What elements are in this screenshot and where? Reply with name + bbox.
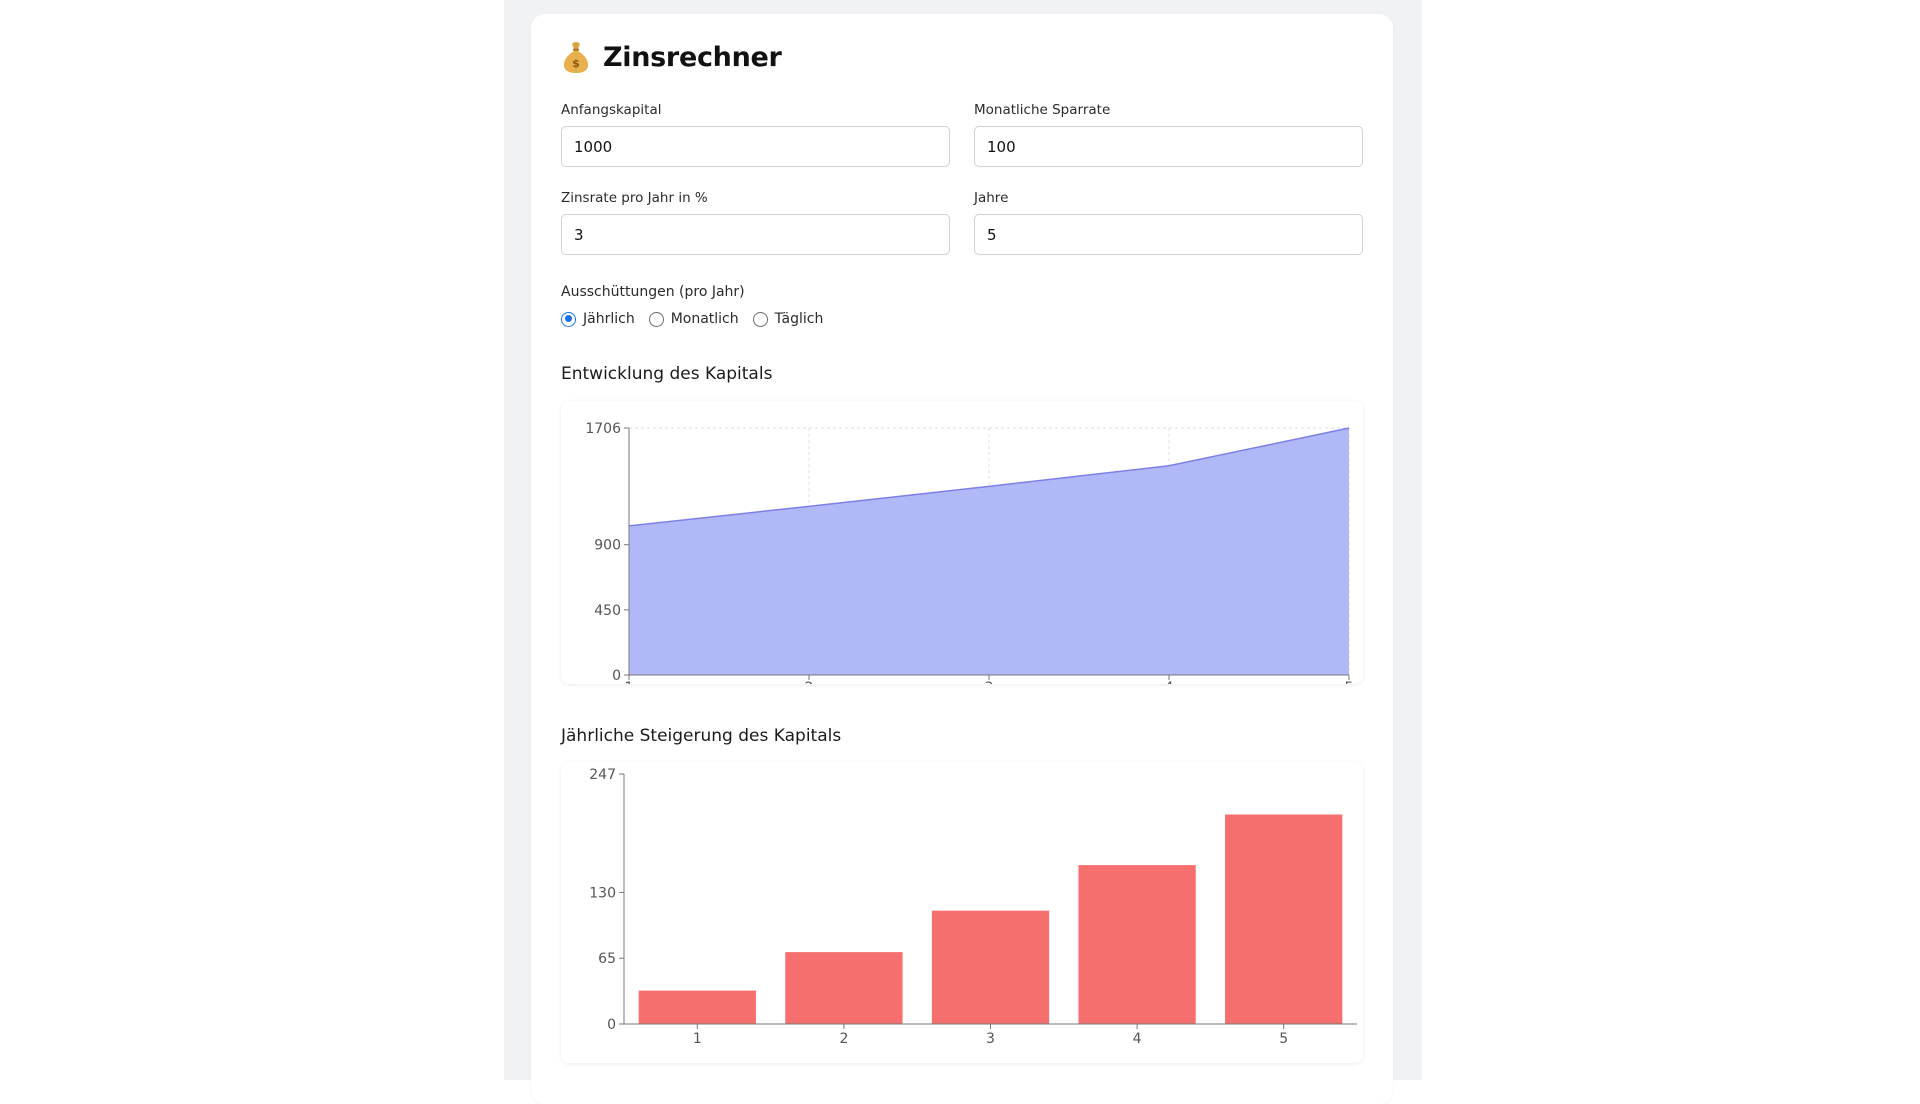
bar-chart-y-tick-label: 65 bbox=[598, 951, 616, 967]
bar-chart: 1 2 3 4 5 0 65 130 247 bbox=[561, 762, 1363, 1063]
area-chart-x-tick-label: 4 bbox=[1165, 680, 1174, 684]
zinsrate-input[interactable] bbox=[561, 214, 950, 255]
bar-chart-bar bbox=[1225, 814, 1342, 1024]
area-chart-y-tick-label: 0 bbox=[612, 668, 621, 684]
radio-label-monatlich: Monatlich bbox=[671, 311, 739, 327]
area-chart-title: Entwicklung des Kapitals bbox=[561, 364, 772, 384]
area-chart-x-tick-label: 5 bbox=[1345, 680, 1354, 684]
area-chart-x-tick-label: 3 bbox=[985, 680, 994, 684]
radio-button-monatlich[interactable] bbox=[649, 312, 664, 327]
header: $ Zinsrechner bbox=[561, 40, 782, 74]
bar-chart-x-tick-label: 2 bbox=[839, 1031, 848, 1047]
sparrate-input[interactable] bbox=[974, 126, 1363, 167]
zinsrate-field: Zinsrate pro Jahr in % bbox=[561, 189, 950, 255]
area-chart-box: 0 450 900 1706 1 2 3 4 5 bbox=[561, 401, 1363, 684]
area-chart-y-tick-label: 900 bbox=[594, 538, 621, 554]
bar-chart-y-tick-label: 247 bbox=[589, 767, 616, 783]
bar-chart-x-tick-label: 4 bbox=[1133, 1031, 1142, 1047]
sparrate-label: Monatliche Sparrate bbox=[974, 101, 1363, 119]
money-bag-icon: $ bbox=[561, 40, 591, 74]
jahre-input[interactable] bbox=[974, 214, 1363, 255]
bar-chart-y-tick-label: 130 bbox=[589, 885, 616, 901]
bar-chart-bar bbox=[785, 952, 902, 1024]
zinsrate-label: Zinsrate pro Jahr in % bbox=[561, 189, 950, 207]
bar-chart-x-tick-label: 3 bbox=[986, 1031, 995, 1047]
radio-option-taeglich[interactable]: Täglich bbox=[753, 311, 824, 327]
radio-label-taeglich: Täglich bbox=[775, 311, 824, 327]
bar-chart-x-tick-label: 1 bbox=[693, 1031, 702, 1047]
anfangskapital-input[interactable] bbox=[561, 126, 950, 167]
bar-chart-bar bbox=[932, 911, 1049, 1024]
sparrate-field: Monatliche Sparrate bbox=[974, 101, 1363, 167]
bar-chart-bar bbox=[1078, 865, 1195, 1024]
jahre-field: Jahre bbox=[974, 189, 1363, 255]
calculator-card: $ Zinsrechner Anfangskapital Monatliche … bbox=[531, 14, 1393, 1104]
anfangskapital-field: Anfangskapital bbox=[561, 101, 950, 167]
jahre-label: Jahre bbox=[974, 189, 1363, 207]
area-chart: 0 450 900 1706 1 2 3 4 5 bbox=[561, 401, 1363, 684]
bar-chart-x-tick-label: 5 bbox=[1279, 1031, 1288, 1047]
radio-option-monatlich[interactable]: Monatlich bbox=[649, 311, 739, 327]
page-title: Zinsrechner bbox=[603, 42, 782, 73]
area-chart-x-tick-label: 1 bbox=[625, 680, 634, 684]
radio-label-jaehrlich: Jährlich bbox=[583, 311, 635, 327]
bar-chart-title: Jährliche Steigerung des Kapitals bbox=[561, 726, 841, 746]
radio-button-taeglich[interactable] bbox=[753, 312, 768, 327]
bar-chart-box: 1 2 3 4 5 0 65 130 247 bbox=[561, 762, 1363, 1063]
radio-button-jaehrlich[interactable] bbox=[561, 312, 576, 327]
svg-text:$: $ bbox=[572, 57, 580, 70]
bar-chart-bar bbox=[639, 991, 756, 1024]
bar-chart-y-tick-label: 0 bbox=[607, 1017, 616, 1033]
ausschuettungen-radio-group: Jährlich Monatlich Täglich bbox=[561, 311, 837, 327]
area-chart-y-tick-label: 450 bbox=[594, 603, 621, 619]
area-chart-y-tick-label: 1706 bbox=[585, 421, 621, 437]
anfangskapital-label: Anfangskapital bbox=[561, 101, 950, 119]
area-chart-x-tick-label: 2 bbox=[805, 680, 814, 684]
radio-option-jaehrlich[interactable]: Jährlich bbox=[561, 311, 635, 327]
ausschuettungen-label: Ausschüttungen (pro Jahr) bbox=[561, 284, 745, 300]
